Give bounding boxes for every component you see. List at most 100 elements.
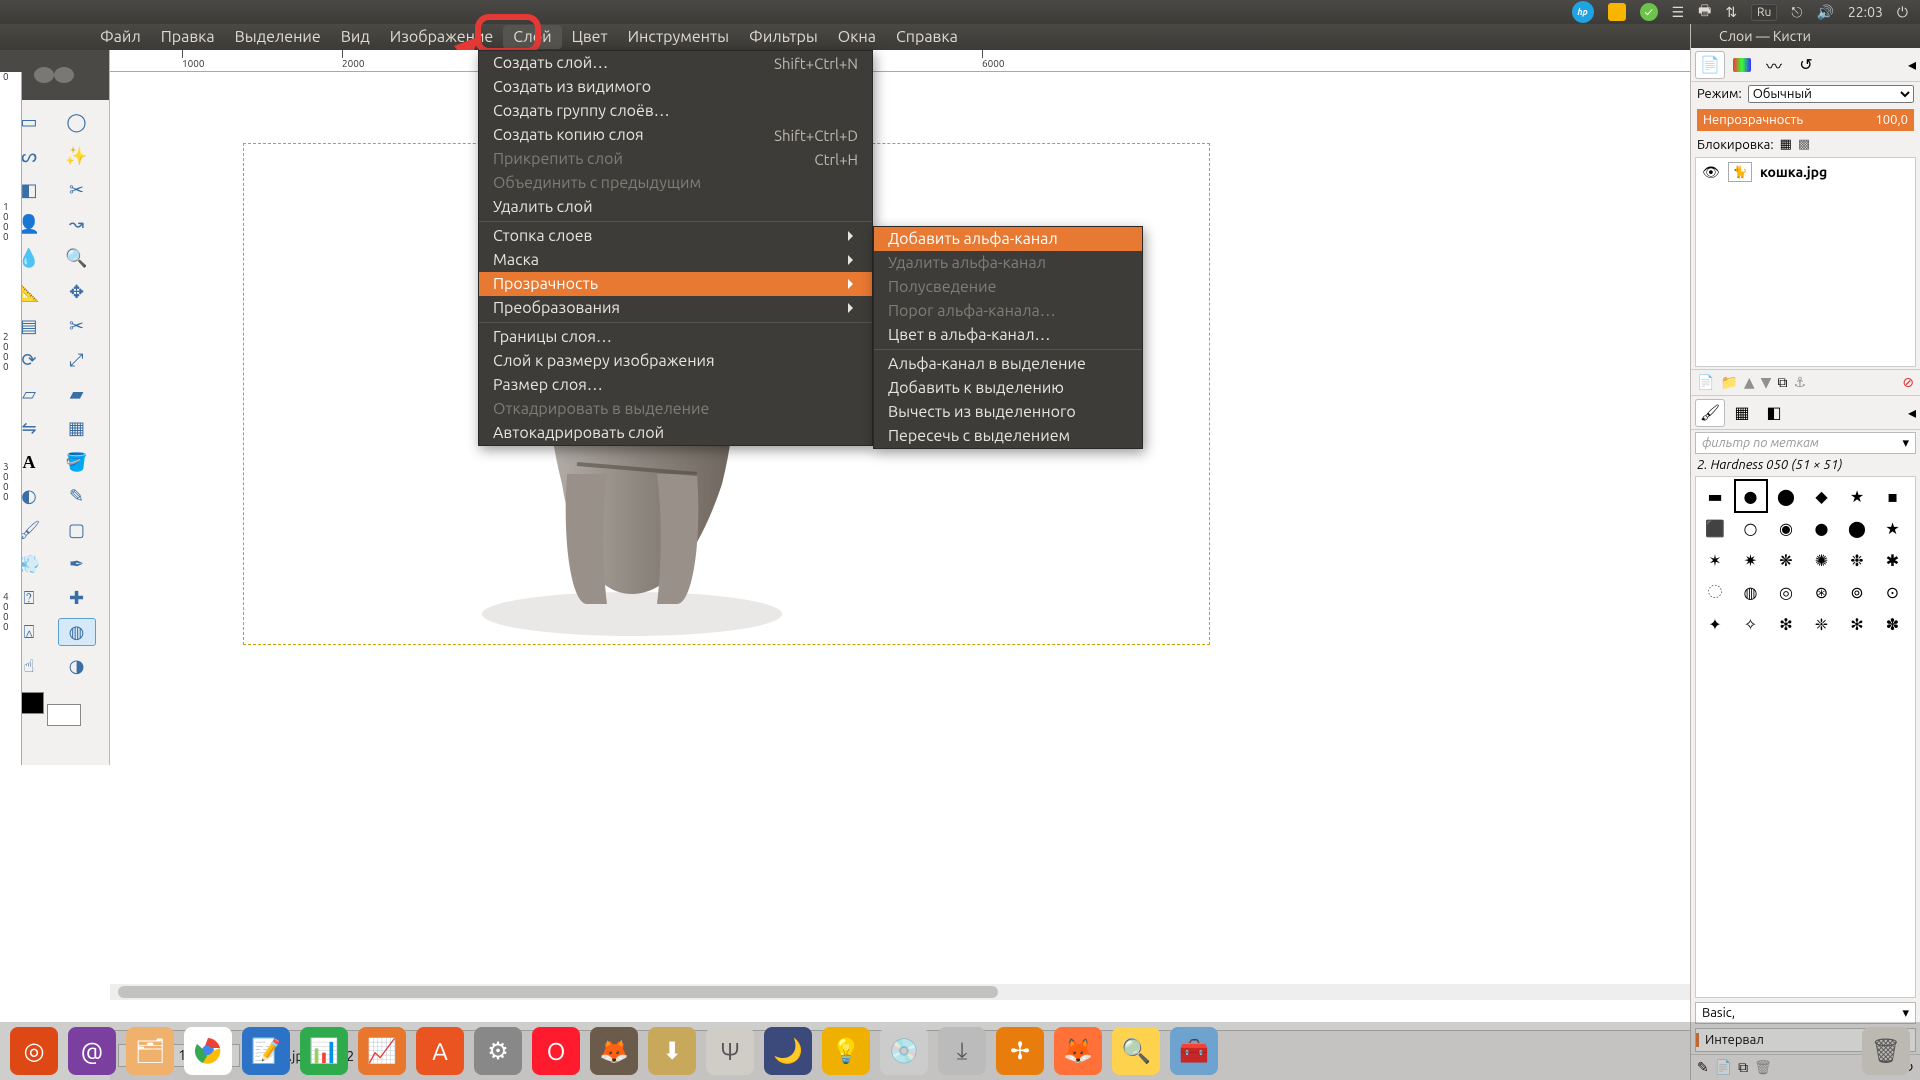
software-icon[interactable]: A — [416, 1027, 464, 1075]
dodge-tool[interactable]: ◑ — [58, 652, 96, 680]
menu-фильтры[interactable]: Фильтры — [739, 25, 828, 49]
update-icon[interactable] — [1608, 3, 1626, 21]
scale-tool[interactable]: ⤢ — [58, 346, 96, 374]
brush-thumb[interactable]: ○ — [1736, 513, 1766, 543]
menuitem-удалить-слой[interactable]: Удалить слой — [479, 195, 872, 219]
paths-tool[interactable]: ↝ — [58, 210, 96, 238]
menu-инструменты[interactable]: Инструменты — [618, 25, 739, 49]
bucket-tool[interactable]: 🪣 — [58, 448, 96, 476]
menuitem-размер-слоя-[interactable]: Размер слоя… — [479, 373, 872, 397]
delete-layer-button[interactable]: ⊘ — [1902, 374, 1914, 391]
layer-item[interactable]: 👁 🐈 кошка.jpg — [1696, 158, 1915, 186]
zoom-tool[interactable]: 🔍 — [58, 244, 96, 272]
menuitem-создать-из-видимого[interactable]: Создать из видимого — [479, 75, 872, 99]
lock-pixels-icon[interactable]: ▦ — [1780, 137, 1792, 152]
blend-mode-select[interactable]: Обычный — [1748, 85, 1914, 103]
brush-thumb[interactable]: ❇ — [1771, 609, 1801, 639]
calc-icon[interactable]: 📊 — [300, 1027, 348, 1075]
disc-icon[interactable]: 💿 — [880, 1027, 928, 1075]
menuitem-создать-копию-слоя[interactable]: Создать копию слояShift+Ctrl+D — [479, 123, 872, 147]
menu-файл[interactable]: Файл — [90, 25, 151, 49]
menuitem-преобразования[interactable]: Преобразования — [479, 296, 872, 320]
crop-tool[interactable]: ✂ — [58, 312, 96, 340]
submenuitem-добавить-к-выделению[interactable]: Добавить к выделению — [874, 376, 1142, 400]
brush-thumb[interactable]: ⬤ — [1842, 513, 1872, 543]
lower-layer-button[interactable]: ▼ — [1761, 374, 1772, 391]
brush-thumb[interactable]: ✶ — [1700, 545, 1730, 575]
horizontal-scrollbar[interactable] — [110, 984, 1690, 1000]
stellarium-icon[interactable]: 🌙 — [764, 1027, 812, 1075]
undo-history-tab[interactable]: ↺ — [1791, 51, 1821, 79]
brush-thumb[interactable]: ◎ — [1771, 577, 1801, 607]
firefox-icon[interactable]: 🦊 — [1054, 1027, 1102, 1075]
impress-icon[interactable]: 📈 — [358, 1027, 406, 1075]
brush-thumb[interactable]: ✽ — [1878, 609, 1908, 639]
brush-thumb[interactable]: ⬛ — [1700, 513, 1730, 543]
gimp-icon[interactable]: 🦊 — [590, 1027, 638, 1075]
lock-alpha-icon[interactable]: ▩ — [1798, 137, 1810, 152]
viewer-icon[interactable]: 🔍 — [1112, 1027, 1160, 1075]
brush-thumb[interactable]: ★ — [1878, 513, 1908, 543]
new-group-button[interactable]: 📁 — [1720, 374, 1737, 391]
brush-thumb[interactable]: ✧ — [1736, 609, 1766, 639]
fuzzy-select-tool[interactable]: ✨ — [58, 142, 96, 170]
menuitem-автокадрировать-слой[interactable]: Автокадрировать слой — [479, 421, 872, 445]
brush-thumb[interactable]: ◍ — [1736, 577, 1766, 607]
duplicate-layer-button[interactable]: ⧉ — [1777, 374, 1787, 391]
brush-thumb[interactable]: ⊙ — [1878, 577, 1908, 607]
background-color-swatch[interactable] — [47, 704, 81, 726]
layers-tab[interactable]: 📄 — [1695, 51, 1725, 79]
brush-thumb[interactable]: ★ — [1842, 481, 1872, 511]
menuitem-создать-слой-[interactable]: Создать слой…Shift+Ctrl+N — [479, 51, 872, 75]
menu-справка[interactable]: Справка — [886, 25, 968, 49]
blur-tool[interactable]: ◍ — [58, 618, 96, 646]
opacity-slider[interactable]: Непрозрачность100,0 — [1697, 109, 1914, 131]
brush-thumb[interactable]: ◆ — [1807, 481, 1837, 511]
brush-thumb[interactable]: ● — [1736, 481, 1766, 511]
ideas-icon[interactable]: 💡 — [822, 1027, 870, 1075]
usb-icon[interactable]: Ψ — [706, 1027, 754, 1075]
trash-icon[interactable]: 🗑 — [1862, 1027, 1910, 1075]
network-icon[interactable]: ⇅ — [1725, 4, 1737, 21]
brush-thumb[interactable]: ❋ — [1771, 545, 1801, 575]
files-icon[interactable]: 🗂 — [126, 1027, 174, 1075]
channels-tab[interactable] — [1727, 51, 1757, 79]
brush-thumb[interactable]: ◌ — [1700, 577, 1730, 607]
menu-изображение[interactable]: Изображение — [380, 25, 504, 49]
menuitem-слой-к-размеру-изображения[interactable]: Слой к размеру изображения — [479, 349, 872, 373]
keyboard-layout-indicator[interactable]: Ru — [1751, 4, 1777, 21]
brush-thumb[interactable]: ❉ — [1842, 545, 1872, 575]
move-tool[interactable]: ✥ — [58, 278, 96, 306]
raise-layer-button[interactable]: ▲ — [1744, 374, 1755, 391]
printer-icon[interactable]: 🖶 — [1698, 0, 1711, 24]
menuitem-прозрачность[interactable]: Прозрачность — [479, 272, 872, 296]
opera-icon[interactable]: O — [532, 1027, 580, 1075]
brushes-tab[interactable]: 🖌 — [1695, 399, 1725, 427]
paths-tab[interactable]: 〰 — [1759, 51, 1789, 79]
menuitem-маска[interactable]: Маска — [479, 248, 872, 272]
menu-окна[interactable]: Окна — [828, 25, 886, 49]
menu-слой[interactable]: Слой — [503, 25, 561, 49]
writer-icon[interactable]: 📝 — [242, 1027, 290, 1075]
bluetooth-icon[interactable]: ⎋ — [1791, 4, 1802, 21]
menu-вид[interactable]: Вид — [331, 25, 380, 49]
activities-icon[interactable]: @ — [68, 1027, 116, 1075]
cage-tool[interactable]: ▦ — [58, 414, 96, 442]
layer-list[interactable]: 👁 🐈 кошка.jpg — [1695, 157, 1916, 367]
submenuitem-альфа-канал-в-выделение[interactable]: Альфа-канал в выделение — [874, 352, 1142, 376]
pencil-tool[interactable]: ✎ — [58, 482, 96, 510]
brush-grid[interactable]: ▬●⬤◆★▪⬛○◉●⬤★✶✷❋✺❉✱◌◍◎⊛⊚⊙✦✧❇❈✻✽ — [1695, 476, 1916, 998]
submenuitem-добавить-альфа-канал[interactable]: Добавить альфа-канал — [874, 227, 1142, 251]
settings-icon[interactable]: ⚙ — [474, 1027, 522, 1075]
visibility-eye-icon[interactable]: 👁 — [1702, 164, 1720, 181]
brush-thumb[interactable]: ✻ — [1842, 609, 1872, 639]
brush-tag-filter[interactable]: фильтр по меткам▾ — [1695, 432, 1916, 454]
heal-tool[interactable]: ✚ — [58, 584, 96, 612]
brush-thumb[interactable]: ⬤ — [1771, 481, 1801, 511]
brush-thumb[interactable]: ▬ — [1700, 481, 1730, 511]
brush-thumb[interactable]: ◉ — [1771, 513, 1801, 543]
ellipse-select-tool[interactable]: ◯ — [58, 108, 96, 136]
menu-icon[interactable]: ☰ — [1672, 4, 1685, 21]
brush-thumb[interactable]: ▪ — [1878, 481, 1908, 511]
new-layer-button[interactable]: 📄 — [1697, 374, 1714, 391]
